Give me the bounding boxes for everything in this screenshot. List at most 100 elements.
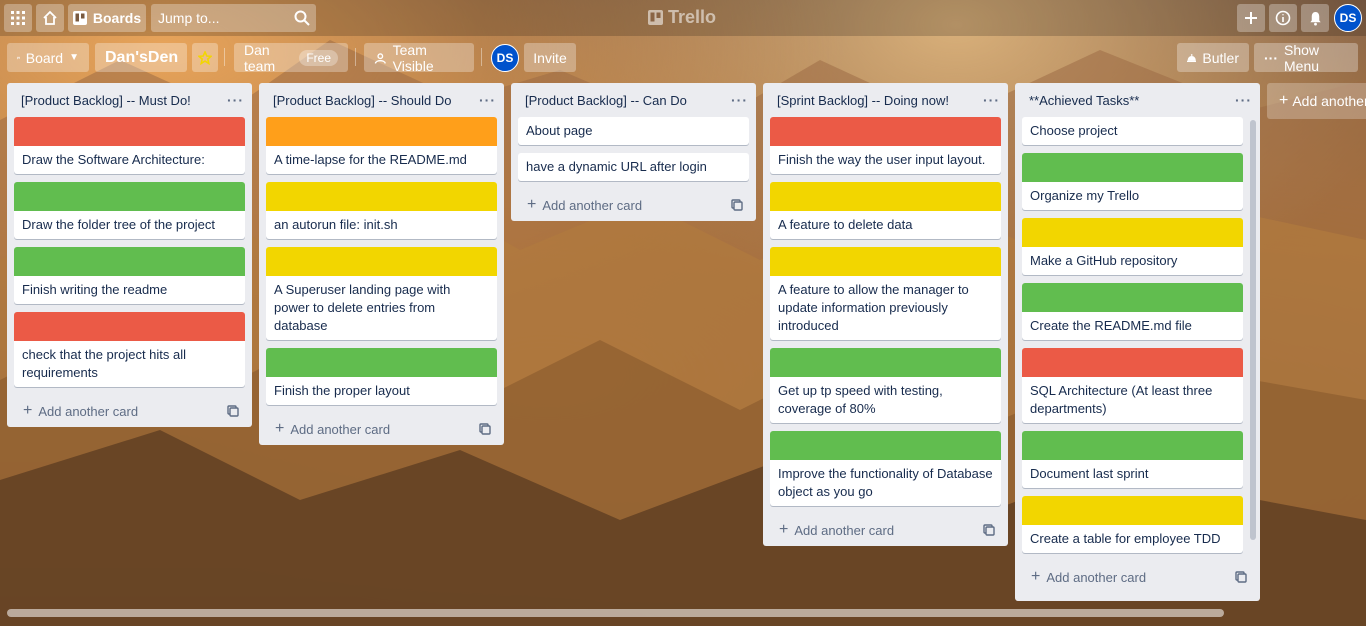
card[interactable]: Draw the Software Architecture: [14,117,245,174]
invite-button[interactable]: Invite [524,43,576,72]
card-label-green[interactable] [14,182,245,211]
card[interactable]: Finish writing the readme [14,247,245,304]
add-list-button[interactable]: + Add another list [1267,83,1366,119]
team-visibility-icon [374,52,386,64]
add-card-button[interactable]: + Add another card [511,189,756,221]
plus-icon: + [1279,92,1289,109]
butler-button[interactable]: Butler [1177,43,1249,72]
boards-button[interactable]: Boards [68,4,146,32]
card-label-red[interactable] [1022,348,1243,377]
list-menu-icon[interactable]: ··· [227,92,244,108]
card[interactable]: A feature to delete data [770,182,1001,239]
card[interactable]: Finish the proper layout [266,348,497,405]
card-label-green[interactable] [770,348,1001,377]
card-template-icon[interactable] [474,418,496,440]
apps-button[interactable] [4,4,32,32]
card[interactable]: Organize my Trello [1022,153,1243,210]
card[interactable]: check that the project hits all requirem… [14,312,245,387]
add-card-button[interactable]: + Add another card [763,514,1008,546]
list-header[interactable]: **Achieved Tasks** ··· [1015,83,1260,117]
team-button[interactable]: Dan team Free [234,42,348,74]
card[interactable]: Choose project [1022,117,1243,145]
card[interactable]: Create a table for employee TDD [1022,496,1243,553]
show-menu-button[interactable]: ··· Show Menu [1254,42,1358,74]
card-label-green[interactable] [1022,283,1243,312]
card[interactable]: Draw the folder tree of the project [14,182,245,239]
list-scrollbar[interactable] [1250,120,1256,540]
board-view-switcher[interactable]: Board ▼ [7,43,89,72]
search-input[interactable]: Jump to... [151,4,316,32]
card[interactable]: Improve the functionality of Database ob… [770,431,1001,506]
card-label-yellow[interactable] [770,182,1001,211]
star-button[interactable] [192,43,218,72]
list-title[interactable]: [Product Backlog] -- Can Do [525,93,731,108]
list-header[interactable]: [Product Backlog] -- Should Do ··· [259,83,504,117]
card-label-yellow[interactable] [266,182,497,211]
add-card-button[interactable]: + Add another card [259,413,504,445]
card[interactable]: A feature to allow the manager to update… [770,247,1001,340]
create-button[interactable] [1237,4,1265,32]
list-menu-icon[interactable]: ··· [731,92,748,108]
add-card-button[interactable]: + Add another card [7,395,252,427]
notifications-button[interactable] [1301,4,1329,32]
card-title: Create a table for employee TDD [1030,531,1221,546]
user-avatar[interactable]: DS [1334,4,1362,32]
card[interactable]: an autorun file: init.sh [266,182,497,239]
card[interactable]: SQL Architecture (At least three departm… [1022,348,1243,423]
card-label-green[interactable] [770,431,1001,460]
list-title[interactable]: [Product Backlog] -- Must Do! [21,93,227,108]
card-label-yellow[interactable] [266,247,497,276]
add-card-label: Add another card [38,403,139,419]
card-template-icon[interactable] [222,400,244,422]
list-title[interactable]: **Achieved Tasks** [1029,93,1235,108]
board-icon [72,11,87,25]
trello-logo[interactable]: Trello [648,7,716,28]
card-title: Document last sprint [1030,466,1149,481]
card[interactable]: Make a GitHub repository [1022,218,1243,275]
visibility-button[interactable]: Team Visible [364,41,474,74]
card[interactable]: A time-lapse for the README.md [266,117,497,174]
card-label-red[interactable] [770,117,1001,146]
card-label-red[interactable] [14,117,245,146]
card-label-yellow[interactable] [1022,218,1243,247]
card[interactable]: About page [518,117,749,145]
list-header[interactable]: [Product Backlog] -- Must Do! ··· [7,83,252,117]
list-title[interactable]: [Sprint Backlog] -- Doing now! [777,93,983,108]
board-scrollbar[interactable] [7,609,1224,617]
card[interactable]: Document last sprint [1022,431,1243,488]
info-button[interactable] [1269,4,1297,32]
card-label-green[interactable] [266,348,497,377]
card-label-yellow[interactable] [1022,496,1243,525]
card-label-red[interactable] [14,312,245,341]
card-template-icon[interactable] [1230,566,1252,588]
add-list-label: Add another list [1292,93,1366,109]
plus-icon: + [527,196,537,213]
list-header[interactable]: [Product Backlog] -- Can Do ··· [511,83,756,117]
board-name-button[interactable]: Dan'sDen [95,43,187,72]
card-title: Draw the folder tree of the project [22,217,215,232]
card-label-green[interactable] [14,247,245,276]
card-label-green[interactable] [1022,153,1243,182]
card-list: A time-lapse for the README.md an autorun… [259,117,504,405]
card-template-icon[interactable] [726,194,748,216]
card-label-orange[interactable] [266,117,497,146]
card[interactable]: Create the README.md file [1022,283,1243,340]
card-label-green[interactable] [1022,431,1243,460]
visibility-label: Team Visible [392,41,434,74]
card-title: A feature to allow the manager to update… [778,282,969,333]
list-menu-icon[interactable]: ··· [1235,92,1252,108]
card-template-icon[interactable] [978,519,1000,541]
card[interactable]: Get up tp speed with testing, coverage o… [770,348,1001,423]
card[interactable]: have a dynamic URL after login [518,153,749,181]
list-menu-icon[interactable]: ··· [983,92,1000,108]
card[interactable]: Finish the way the user input layout. [770,117,1001,174]
list-menu-icon[interactable]: ··· [479,92,496,108]
home-button[interactable] [36,4,64,32]
card[interactable]: A Superuser landing page with power to d… [266,247,497,340]
board-member-avatar[interactable]: DS [491,44,519,72]
bell-icon [1309,11,1321,26]
list-title[interactable]: [Product Backlog] -- Should Do [273,93,479,108]
add-card-button[interactable]: + Add another card [1015,561,1260,593]
card-label-yellow[interactable] [770,247,1001,276]
list-header[interactable]: [Sprint Backlog] -- Doing now! ··· [763,83,1008,117]
